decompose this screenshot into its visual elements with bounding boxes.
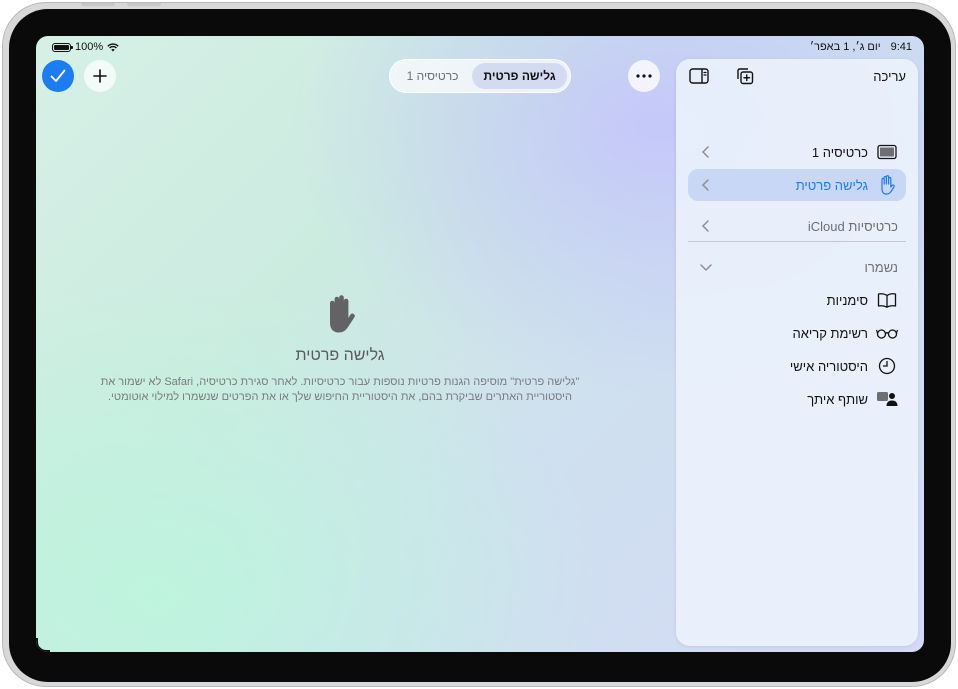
battery-icon [52,42,73,52]
empty-state-line-1: "גלישה פרטית" מוסיפה הגנות פרטיות נוספות… [100,376,580,388]
wifi-icon [107,42,119,51]
sidebar-item-label: כרטיסיה 1 [811,144,868,160]
sidebar-divider [688,241,906,242]
volume-button [127,3,161,6]
book-icon [876,290,898,310]
hand-raised-icon [330,295,355,333]
tablet-icon [876,142,898,162]
sidebar-item-label: רשימת קריאה [792,325,868,341]
tab-group-switcher: גלישה פרטית כרטיסיה 1 [389,59,571,93]
sidebar-item-history[interactable]: היסטוריה אישי [688,350,906,382]
volume-button [81,3,115,6]
tab-groups-sidebar: עריכה כרטיסיה 1 גלישה פרטית כרטיסיות iCl… [676,59,918,646]
status-date: יום ג׳, 1 באפר׳ [809,41,881,53]
saved-section-title: נשמרו [864,259,898,275]
sidebar-item-bookmarks[interactable]: סימניות [688,284,906,316]
chevron-left-icon [701,146,709,158]
sidebar-item-shared-with-you[interactable]: שותף איתך [688,383,906,415]
sidebar-item-label: סימניות [826,292,868,308]
more-button[interactable] [628,60,660,92]
sidebar-item-icloud-tabs[interactable]: כרטיסיות iCloud [688,210,906,242]
checkmark-icon [50,69,66,82]
empty-state-title: גלישה פרטית [295,347,385,364]
chevron-left-icon [701,179,709,191]
done-button[interactable] [42,60,74,92]
sidebar-item-private-browsing[interactable]: גלישה פרטית [688,169,906,201]
tab-1[interactable]: כרטיסיה 1 [393,63,472,89]
sidebar-item-label: גלישה פרטית [795,177,868,193]
sidebar-item-label: היסטוריה אישי [789,358,868,374]
private-browsing-empty-state: גלישה פרטית "גלישה פרטית" מוסיפה הגנות פ… [100,294,580,405]
shared-with-you-icon [876,389,898,409]
status-bar-left: 100% [52,41,119,53]
screen: 100% 9:41 יום ג׳, 1 באפר׳ גלישה פרטית כר… [36,36,924,652]
sidebar-item-tab-1[interactable]: כרטיסיה 1 [688,136,906,168]
saved-section-header[interactable]: נשמרו [688,251,906,283]
empty-state-description: "גלישה פרטית" מוסיפה הגנות פרטיות נוספות… [100,375,580,405]
sidebar-item-label: כרטיסיות iCloud [807,218,898,234]
plus-icon [93,69,107,83]
chevron-down-icon [700,264,712,272]
sidebar-item-label: שותף איתך [807,391,868,407]
battery-percent: 100% [75,41,104,53]
status-bar-right: 9:41 יום ג׳, 1 באפר׳ [810,41,912,53]
clock-icon [876,356,898,376]
new-tab-group-icon [737,68,754,85]
glasses-icon [876,323,898,343]
sidebar-item-reading-list[interactable]: רשימת קריאה [688,317,906,349]
status-time: 9:41 [890,41,912,53]
new-tab-group-button[interactable] [734,66,756,86]
empty-state-line-2: היסטוריית האתרים שביקרת בהם, את היסטוריי… [107,391,573,403]
new-tab-button[interactable] [84,60,116,92]
chevron-left-icon [701,220,709,232]
tab-private-browsing[interactable]: גלישה פרטית [472,63,567,89]
sidebar-toggle-button[interactable] [688,66,710,86]
ellipsis-icon [636,74,652,78]
hand-icon [876,175,898,195]
edit-button[interactable]: עריכה [873,69,906,84]
sidebar-icon [689,68,709,84]
